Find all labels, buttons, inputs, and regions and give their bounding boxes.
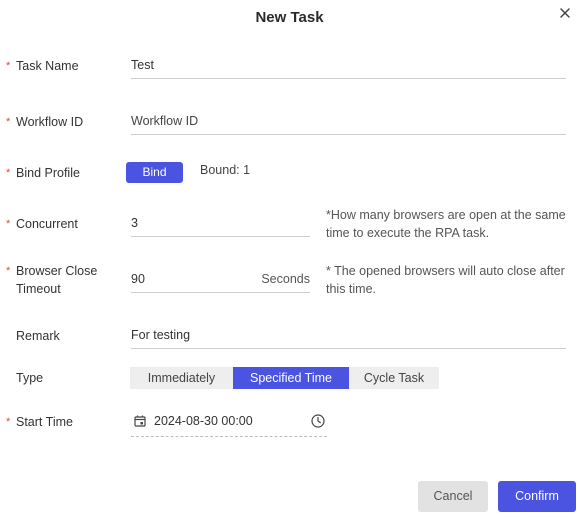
remark-input[interactable]: [131, 322, 566, 348]
start-time-picker[interactable]: 2024-08-30 00:00: [131, 407, 327, 437]
required-mark: *: [6, 416, 11, 428]
required-mark: *: [6, 265, 11, 277]
workflow-id-label: * Workflow ID: [6, 115, 84, 129]
bind-profile-label: * Bind Profile: [6, 166, 80, 180]
dialog-title: New Task: [255, 9, 324, 26]
timeout-unit: Seconds: [261, 272, 310, 286]
workflow-id-input[interactable]: [131, 108, 566, 134]
remark-label: Remark: [16, 329, 60, 343]
concurrent-label: * Concurrent: [6, 217, 78, 231]
task-name-input[interactable]: [131, 52, 566, 78]
calendar-icon: [134, 415, 146, 427]
start-time-label: * Start Time: [6, 415, 73, 429]
concurrent-field[interactable]: [131, 210, 310, 237]
required-mark: *: [6, 218, 11, 230]
task-name-field[interactable]: [131, 52, 566, 79]
timeout-hint: * The opened browsers will auto close af…: [326, 264, 565, 296]
type-label: Type: [16, 371, 44, 385]
type-option-specified-time[interactable]: Specified Time: [233, 367, 349, 389]
workflow-id-field[interactable]: [131, 108, 566, 135]
task-name-label: * Task Name: [6, 59, 79, 73]
type-option-cycle-task[interactable]: Cycle Task: [349, 367, 439, 389]
start-time-value: 2024-08-30 00:00: [154, 414, 253, 428]
type-option-immediately[interactable]: Immediately: [130, 367, 233, 389]
close-icon[interactable]: [557, 5, 573, 21]
remark-field[interactable]: [131, 322, 566, 349]
confirm-button[interactable]: Confirm: [498, 481, 576, 512]
concurrent-input[interactable]: [131, 210, 310, 236]
cancel-button[interactable]: Cancel: [418, 481, 488, 512]
concurrent-hint: *How many browsers are open at the same …: [326, 208, 566, 240]
bound-count: Bound: 1: [200, 163, 251, 177]
browser-close-timeout-field[interactable]: Seconds: [131, 266, 310, 293]
required-mark: *: [6, 167, 11, 179]
required-mark: *: [6, 60, 11, 72]
timeout-input[interactable]: [131, 266, 251, 292]
required-mark: *: [6, 116, 11, 128]
browser-close-timeout-label: * Browser Close Timeout: [6, 264, 98, 296]
clock-icon: [311, 414, 325, 428]
bind-button[interactable]: Bind: [126, 162, 183, 183]
